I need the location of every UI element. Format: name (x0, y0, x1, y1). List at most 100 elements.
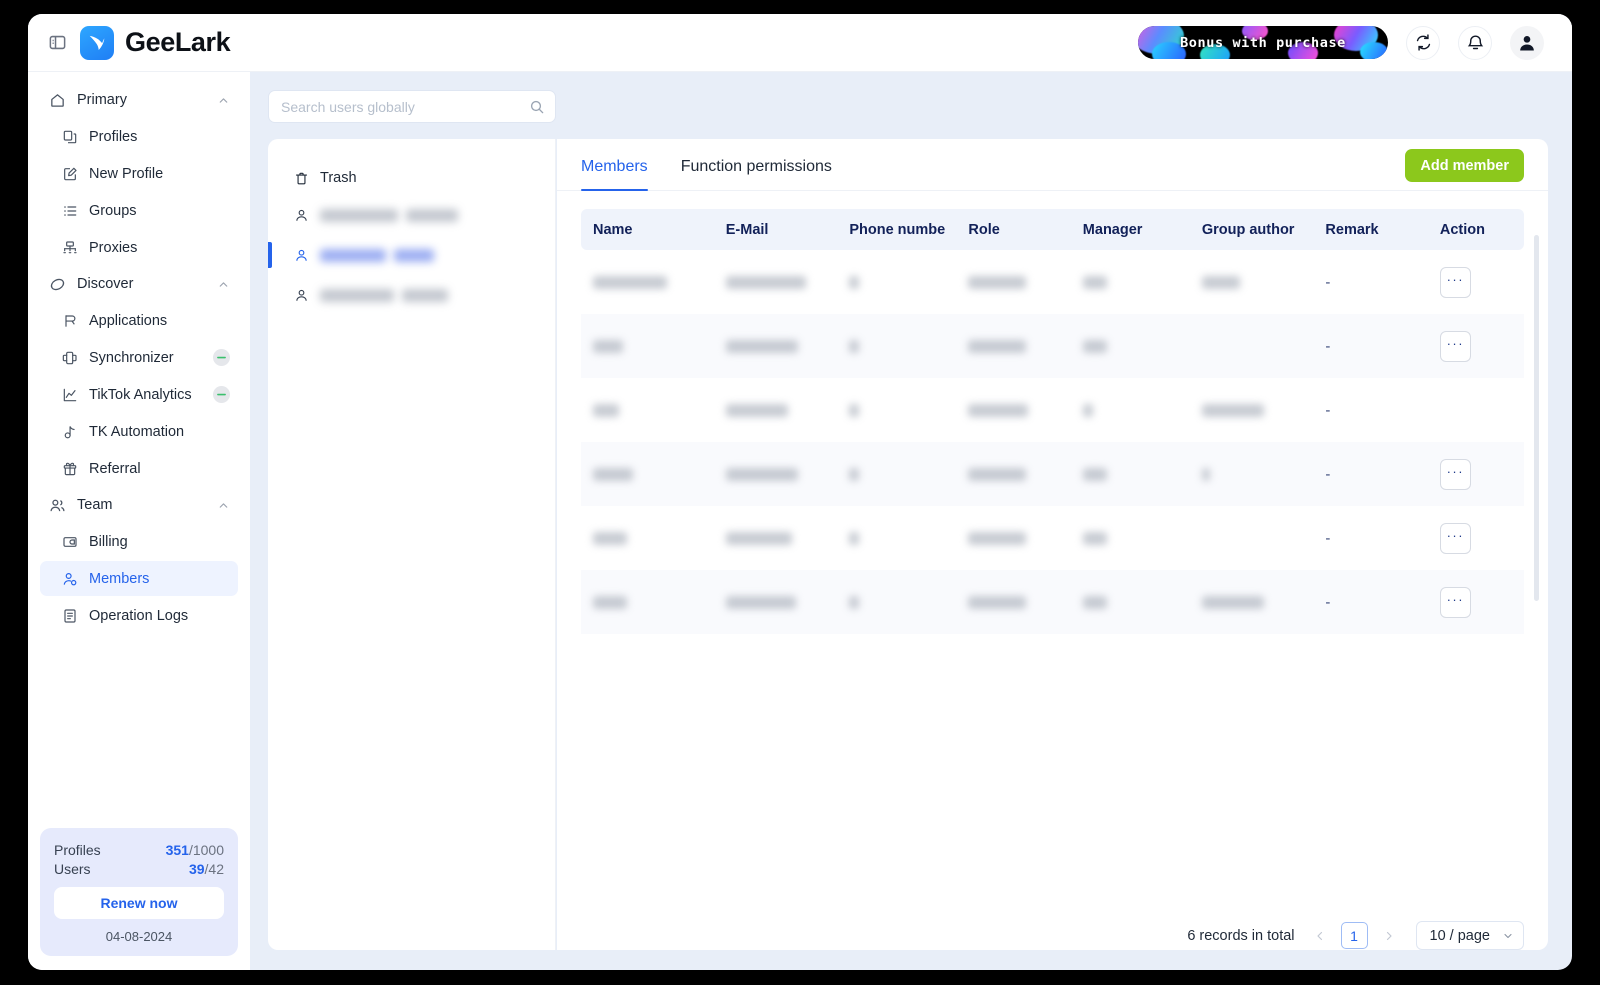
redacted-user-name (320, 288, 394, 302)
tab-function-permissions[interactable]: Function permissions (681, 139, 832, 190)
chevron-up-icon (217, 278, 230, 291)
list-item[interactable] (268, 275, 555, 315)
add-member-button[interactable]: Add member (1405, 149, 1524, 182)
column-header-manager[interactable]: Manager (1070, 209, 1190, 250)
panel-left-icon[interactable] (42, 28, 72, 58)
cell-group-author (1189, 442, 1314, 506)
search-bar[interactable] (268, 90, 556, 123)
members-panel: Members Function permissions Add member (557, 139, 1548, 950)
redacted-value (725, 275, 806, 289)
cell-action: ··· (1428, 250, 1524, 314)
table-row[interactable]: - ··· (581, 250, 1524, 314)
redacted-value (725, 531, 792, 545)
column-header-phone-number[interactable]: Phone numbe (837, 209, 957, 250)
table-row[interactable]: - ··· (581, 570, 1524, 634)
geelark-logo-icon (80, 25, 114, 60)
sidebar-group-team[interactable]: Team (40, 487, 238, 523)
sidebar-item-synchronizer[interactable]: Synchronizer (40, 340, 238, 375)
sidebar-item-groups[interactable]: Groups (40, 193, 238, 228)
list-item[interactable] (268, 195, 555, 235)
chevron-right-icon[interactable] (1378, 923, 1400, 949)
row-actions-button[interactable]: ··· (1439, 266, 1471, 298)
tab-bar: Members Function permissions Add member (557, 139, 1548, 191)
sidebar-item-label: Applications (89, 312, 168, 329)
sidebar-item-tk-automation[interactable]: TK Automation (40, 414, 238, 449)
remark-value: - (1325, 465, 1331, 483)
cell-remark: - (1313, 570, 1428, 634)
redacted-value (593, 339, 623, 353)
page-size-select[interactable]: 10 / page (1415, 921, 1524, 950)
chevron-left-icon[interactable] (1309, 923, 1331, 949)
column-header-role[interactable]: Role (956, 209, 1071, 250)
redacted-value (725, 595, 796, 609)
column-header-action[interactable]: Action (1427, 209, 1524, 250)
sidebar-item-profiles[interactable]: Profiles (40, 119, 238, 154)
table-row[interactable]: - ··· (581, 314, 1524, 378)
column-header-remark[interactable]: Remark (1313, 209, 1428, 250)
cell-name (581, 506, 714, 570)
sidebar-item-tiktok-analytics[interactable]: TikTok Analytics (40, 377, 238, 412)
search-input[interactable] (281, 98, 529, 115)
records-total-label: 6 records in total (1187, 927, 1295, 944)
row-actions-button[interactable]: ··· (1439, 458, 1471, 490)
column-header-group-author[interactable]: Group author (1189, 209, 1314, 250)
renew-now-button[interactable]: Renew now (54, 887, 224, 919)
cell-remark: - (1313, 442, 1428, 506)
app-window: GeeLark Bonus with purchase Primary Prof… (28, 14, 1572, 970)
search-icon[interactable] (529, 99, 545, 115)
redacted-value (1082, 339, 1107, 353)
cell-action (1428, 378, 1524, 442)
plan-users-used: 39 (188, 861, 205, 877)
page-number-1[interactable]: 1 (1340, 922, 1368, 949)
table-vertical-scrollbar[interactable] (1534, 235, 1539, 601)
redacted-value (968, 275, 1027, 289)
cell-role (956, 570, 1071, 634)
content-row: Trash Members Function permissions Add m… (268, 139, 1548, 950)
column-header-name[interactable]: Name (581, 209, 714, 250)
sidebar-item-applications[interactable]: Applications (40, 303, 238, 338)
redacted-user-name (394, 248, 434, 262)
redacted-user-name (406, 208, 458, 222)
redacted-user-name (320, 208, 398, 222)
top-bar: GeeLark Bonus with purchase (28, 14, 1572, 72)
tab-members[interactable]: Members (581, 139, 648, 191)
sidebar-group-discover[interactable]: Discover (40, 266, 238, 302)
column-header-email[interactable]: E-Mail (713, 209, 838, 250)
table-row[interactable]: - ··· (581, 442, 1524, 506)
groups-icon (60, 203, 79, 219)
redacted-value (1201, 275, 1240, 289)
row-actions-button[interactable]: ··· (1439, 330, 1471, 362)
sidebar-item-members[interactable]: Members (40, 561, 238, 596)
sidebar-item-new-profile[interactable]: New Profile (40, 156, 238, 191)
trash-label: Trash (320, 170, 357, 186)
members-icon (60, 571, 79, 587)
list-item[interactable] (268, 235, 555, 275)
refresh-icon[interactable] (1406, 25, 1440, 60)
redacted-value (1201, 467, 1210, 481)
remark-value: - (1325, 529, 1331, 547)
row-actions-button[interactable]: ··· (1439, 522, 1471, 554)
cell-manager (1071, 378, 1190, 442)
plan-card: Profiles 351/1000 Users 39/42 Renew now … (40, 828, 238, 956)
status-badge (213, 386, 230, 403)
sidebar-item-operation-logs[interactable]: Operation Logs (40, 598, 238, 633)
brand: GeeLark (80, 25, 231, 60)
table-row[interactable]: - ··· (581, 506, 1524, 570)
sidebar: Primary Profiles New Profile Groups Prox… (28, 72, 250, 970)
redacted-value (849, 403, 860, 417)
bell-icon[interactable] (1458, 25, 1492, 60)
row-actions-button[interactable]: ··· (1439, 586, 1471, 618)
sidebar-item-referral[interactable]: Referral (40, 451, 238, 486)
user-avatar-icon[interactable] (1510, 25, 1544, 60)
chevron-down-icon (1502, 930, 1514, 942)
sidebar-item-billing[interactable]: Billing (40, 524, 238, 559)
redacted-value (849, 275, 860, 289)
sidebar-item-proxies[interactable]: Proxies (40, 230, 238, 265)
table-row[interactable]: - (581, 378, 1524, 442)
new-profile-icon (60, 166, 79, 182)
sidebar-group-primary[interactable]: Primary (40, 82, 238, 118)
trash-item[interactable]: Trash (268, 161, 555, 195)
promo-banner[interactable]: Bonus with purchase (1138, 26, 1388, 59)
cell-group-author (1190, 506, 1314, 570)
